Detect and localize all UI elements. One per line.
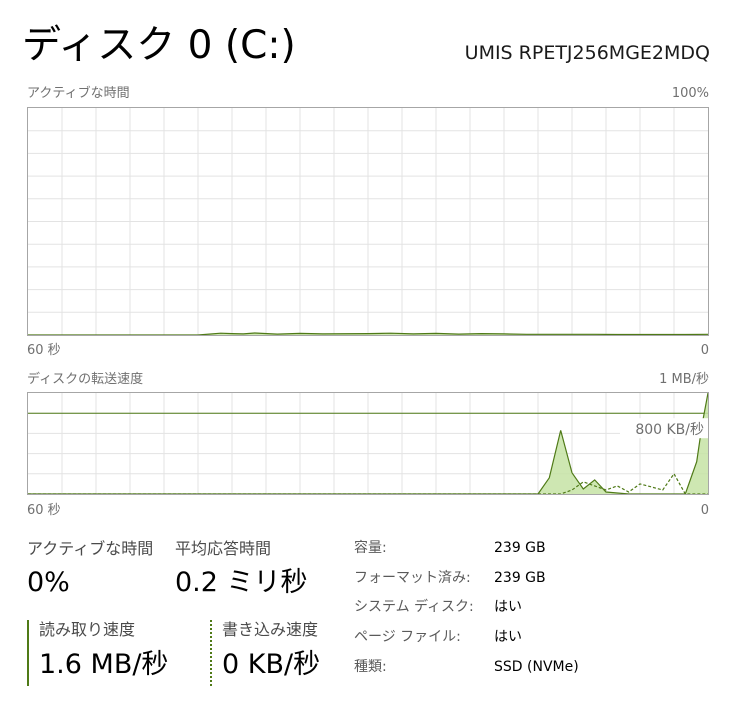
info-formatted-value: 239 GB bbox=[494, 570, 546, 586]
write-speed-block: 書き込み速度 0 KB/秒 bbox=[210, 620, 352, 686]
stat-active-time-label: アクティブな時間 bbox=[27, 539, 154, 558]
transfer-rate-graph: 800 KB/秒 bbox=[27, 392, 709, 495]
transfer-rate-axis-left: 60 秒 bbox=[27, 503, 61, 518]
info-system-disk-key: システム ディスク: bbox=[354, 599, 474, 615]
transfer-rate-chart-svg: 800 KB/秒 bbox=[28, 393, 708, 494]
write-speed-value: 0 KB/秒 bbox=[222, 649, 321, 680]
info-page-file-value: はい bbox=[494, 629, 522, 645]
read-speed-block: 読み取り速度 1.6 MB/秒 bbox=[27, 620, 189, 686]
active-time-max-label: 100% bbox=[671, 86, 709, 101]
read-speed-label: 読み取り速度 bbox=[39, 620, 136, 639]
info-capacity-value: 239 GB bbox=[494, 540, 546, 556]
stat-active-time-value: 0% bbox=[27, 567, 70, 598]
active-time-axis-left: 60 秒 bbox=[27, 343, 61, 358]
write-speed-label: 書き込み速度 bbox=[222, 620, 319, 639]
info-system-disk-value: はい bbox=[494, 599, 522, 615]
disk-model-name: UMIS RPETJ256MGE2MDQ bbox=[464, 42, 710, 64]
stat-response-time-label: 平均応答時間 bbox=[175, 539, 272, 558]
reference-line-label: 800 KB/秒 bbox=[635, 422, 704, 438]
transfer-rate-axis-right: 0 bbox=[700, 503, 709, 518]
active-time-graph bbox=[27, 107, 709, 336]
transfer-rate-max-label: 1 MB/秒 bbox=[659, 372, 709, 387]
disk-title: ディスク 0 (C:) bbox=[22, 23, 296, 68]
active-time-axis-right: 0 bbox=[700, 343, 709, 358]
info-type-value: SSD (NVMe) bbox=[494, 659, 579, 675]
info-type-key: 種類: bbox=[354, 659, 387, 675]
info-formatted-key: フォーマット済み: bbox=[354, 570, 471, 586]
active-time-chart-svg bbox=[28, 108, 708, 335]
transfer-rate-chart-label: ディスクの転送速度 bbox=[27, 372, 144, 387]
stat-response-time-value: 0.2 ミリ秒 bbox=[175, 567, 308, 598]
read-speed-value: 1.6 MB/秒 bbox=[39, 649, 169, 680]
info-capacity-key: 容量: bbox=[354, 540, 387, 556]
active-time-chart-label: アクティブな時間 bbox=[27, 86, 130, 101]
info-page-file-key: ページ ファイル: bbox=[354, 629, 461, 645]
